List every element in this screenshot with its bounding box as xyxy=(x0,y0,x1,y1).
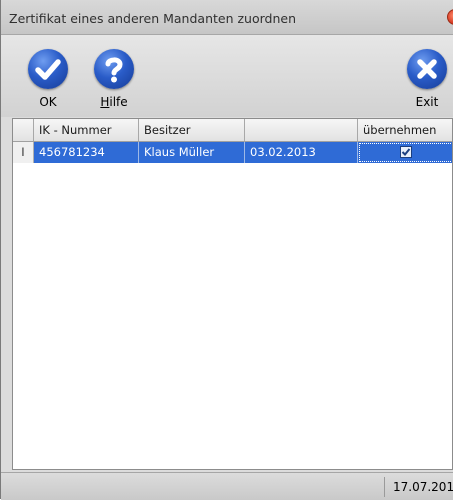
uebernehmen-checkbox[interactable] xyxy=(400,146,412,158)
exit-button[interactable]: Exit xyxy=(397,35,453,115)
help-label: Hilfe xyxy=(100,95,128,109)
column-header-uebernehmen[interactable]: übernehmen xyxy=(358,119,452,141)
status-date: 17.07.2012 xyxy=(393,480,453,494)
toolbar: OK Hilfe Exit xyxy=(1,35,453,117)
row-indicator-icon: I xyxy=(13,142,34,163)
dialog-window: Zertifikat eines anderen Mandanten zuord… xyxy=(0,0,453,500)
exit-label: Exit xyxy=(415,95,439,109)
ok-button[interactable]: OK xyxy=(18,35,78,115)
cell-uebernehmen[interactable] xyxy=(358,142,452,163)
window-title: Zertifikat eines anderen Mandanten zuord… xyxy=(9,11,297,26)
window-close-icon[interactable] xyxy=(447,9,453,25)
cell-besitzer[interactable]: Klaus Müller xyxy=(139,142,245,163)
grid-header: IK - Nummer Besitzer übernehmen xyxy=(13,119,452,142)
help-button[interactable]: Hilfe xyxy=(84,35,144,115)
row-indicator-header xyxy=(13,119,34,141)
question-icon xyxy=(94,49,134,89)
checkmark-small-icon xyxy=(401,148,411,156)
cell-ik-nummer[interactable]: 456781234 xyxy=(34,142,139,163)
certificate-grid[interactable]: IK - Nummer Besitzer übernehmen I 456781… xyxy=(12,118,453,470)
column-header-besitzer[interactable]: Besitzer xyxy=(139,119,245,141)
column-header-datum[interactable] xyxy=(245,119,358,141)
ok-label: OK xyxy=(39,95,57,109)
checkmark-icon xyxy=(28,49,68,89)
title-bar[interactable]: Zertifikat eines anderen Mandanten zuord… xyxy=(1,0,453,35)
table-row[interactable]: I 456781234 Klaus Müller 03.02.2013 xyxy=(13,142,452,163)
status-separator xyxy=(384,477,385,497)
status-bar: 17.07.2012 xyxy=(1,472,453,500)
cell-datum[interactable]: 03.02.2013 xyxy=(245,142,358,163)
column-header-ik-nummer[interactable]: IK - Nummer xyxy=(34,119,139,141)
close-icon xyxy=(407,49,447,89)
